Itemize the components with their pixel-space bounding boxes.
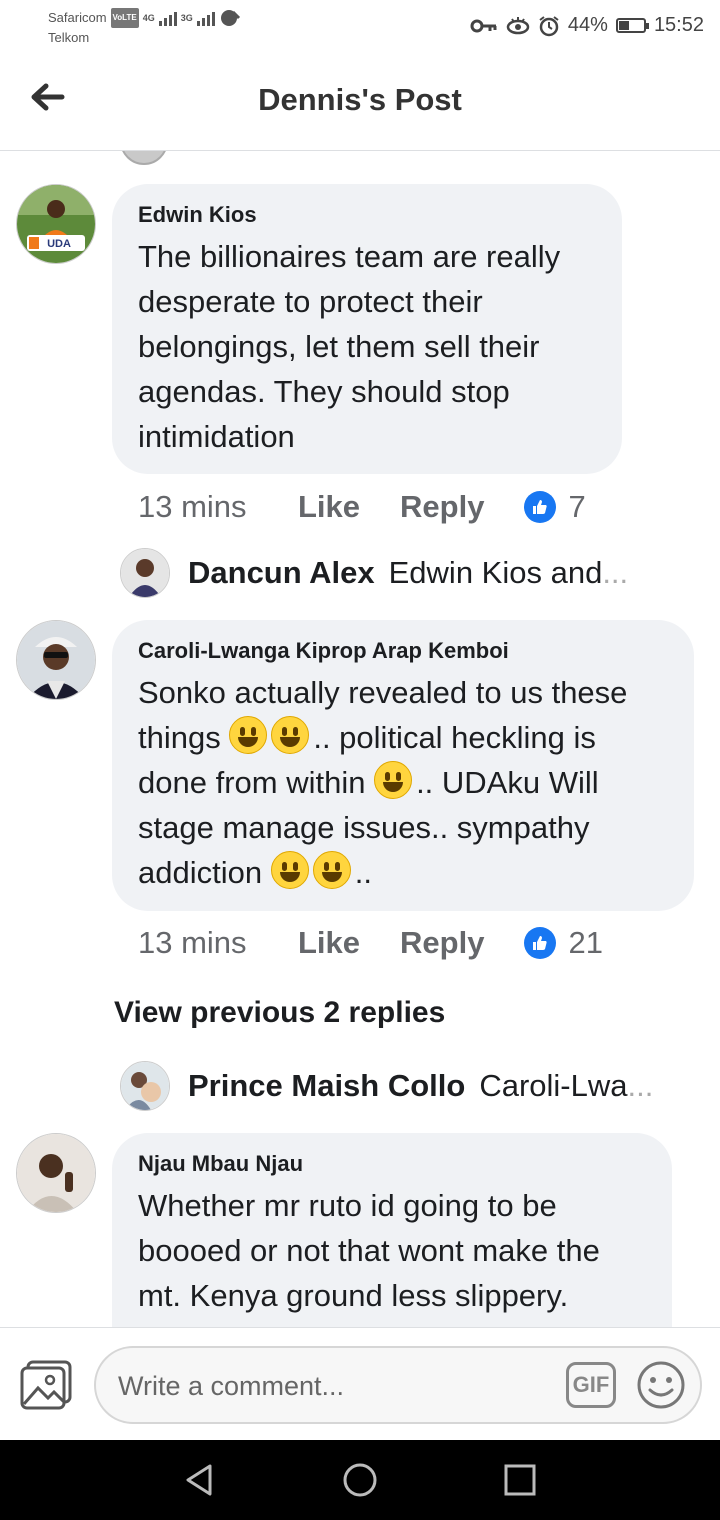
battery-percent: 44% — [567, 14, 608, 36]
top-app-bar: Dennis's Post — [0, 56, 720, 151]
clock: 15:52 — [653, 14, 704, 36]
back-triangle-icon[interactable] — [180, 1460, 220, 1500]
avatar-njau-mbau[interactable] — [16, 1133, 96, 1213]
comment-fragment: .. UDAku Will — [416, 765, 599, 800]
view-previous-replies-link[interactable]: View previous 2 replies — [114, 996, 445, 1030]
reply-author: Dancun Alex — [188, 555, 375, 590]
comment-text: Sonko actually revealed to us these thin… — [138, 670, 668, 895]
reply-button[interactable]: Reply — [400, 489, 484, 525]
carrier-info: Safaricom VoLTE 4G 3G Telkom — [48, 8, 241, 48]
avatar — [120, 548, 170, 598]
eye-comfort-icon — [506, 16, 530, 34]
comment-line: addiction .. — [138, 850, 668, 895]
signal-icon — [196, 10, 215, 26]
comment-line: stage manage issues.. sympathy — [138, 810, 590, 845]
reply-snippet: Caroli-Lwa — [479, 1068, 628, 1103]
comment-time[interactable]: 13 mins — [138, 925, 298, 961]
battery-icon — [615, 18, 649, 33]
comment-fragment: done from within — [138, 765, 375, 800]
ellipsis: ... — [627, 1068, 654, 1103]
comment-bubble[interactable]: Caroli-Lwanga Kiprop Arap Kemboi Sonko a… — [112, 620, 694, 911]
comment-input-box[interactable]: GIF — [94, 1346, 702, 1424]
grinning-face-emoji — [374, 761, 413, 799]
home-circle-icon[interactable] — [340, 1460, 380, 1500]
comment-actions: 13 mins Like Reply 21 — [138, 925, 603, 961]
comment-time[interactable]: 13 mins — [138, 489, 298, 525]
comment-line: things .. political heckling is — [138, 715, 668, 760]
carrier-2: Telkom — [48, 30, 90, 45]
like-button[interactable]: Like — [298, 489, 360, 525]
grinning-face-emoji — [229, 716, 268, 754]
emoji-icon[interactable] — [636, 1360, 686, 1410]
status-right: 44% 15:52 — [470, 14, 704, 37]
volte-badge: VoLTE — [110, 8, 139, 28]
network-type-2: 3G — [180, 13, 193, 23]
photo-icon[interactable] — [20, 1360, 74, 1410]
comment-actions: 13 mins Like Reply 7 — [138, 489, 586, 525]
comment-input[interactable] — [116, 1362, 550, 1410]
thumbs-up-icon[interactable] — [524, 927, 557, 959]
comment-author[interactable]: Edwin Kios — [138, 202, 596, 228]
alarm-icon — [539, 15, 559, 36]
page-title: Dennis's Post — [258, 82, 462, 117]
comment-author[interactable]: Caroli-Lwanga Kiprop Arap Kemboi — [138, 638, 668, 664]
carrier-1: Safaricom — [48, 10, 107, 25]
avatar[interactable] — [120, 151, 168, 165]
reply-preview[interactable]: Prince Maish Collo Caroli-Lwa ... — [120, 1061, 653, 1111]
comment-bubble[interactable]: Edwin Kios The billionaires team are rea… — [112, 184, 622, 474]
key-icon — [470, 19, 497, 32]
comment-bubble[interactable]: Njau Mbau Njau Whether mr ruto id going … — [112, 1133, 672, 1327]
comment-fragment: .. political heckling is — [313, 720, 596, 755]
system-nav-bar — [0, 1440, 720, 1520]
reply-button[interactable]: Reply — [400, 925, 484, 961]
grinning-face-emoji — [270, 851, 309, 889]
comments-feed[interactable]: UDA Edwin Kios The billionaires team are… — [0, 151, 720, 1327]
profile-photo: UDA — [17, 185, 95, 263]
comment-text: Whether mr ruto id going to be boooed or… — [138, 1188, 600, 1313]
grinning-face-emoji — [312, 851, 351, 889]
battery-fill — [618, 21, 630, 30]
comment-line: Sonko actually revealed to us these — [138, 675, 628, 710]
avatar — [120, 1061, 170, 1111]
recents-square-icon[interactable] — [500, 1460, 540, 1500]
data-saver-icon — [220, 10, 240, 26]
ellipsis: ... — [602, 555, 629, 590]
grinning-face-emoji — [271, 716, 310, 754]
network-type-1: 4G — [142, 13, 155, 23]
reaction-count[interactable]: 7 — [568, 489, 585, 525]
profile-photo — [17, 1134, 95, 1212]
reply-preview[interactable]: Dancun Alex Edwin Kios and ... — [120, 548, 628, 598]
status-bar: Safaricom VoLTE 4G 3G Telkom 44% 15:52 — [0, 0, 720, 56]
comment-composer: GIF — [0, 1327, 720, 1441]
thumbs-up-icon[interactable] — [524, 491, 557, 523]
svg-text:UDA: UDA — [47, 238, 71, 250]
reaction-count[interactable]: 21 — [568, 925, 602, 961]
comment-line: done from within .. UDAku Will — [138, 760, 668, 805]
gif-button[interactable]: GIF — [566, 1362, 616, 1408]
comment-fragment: .. — [354, 855, 372, 890]
comment-text: The billionaires team are really despera… — [138, 239, 561, 454]
reply-author: Prince Maish Collo — [188, 1068, 466, 1103]
profile-photo — [17, 621, 95, 699]
like-button[interactable]: Like — [298, 925, 360, 961]
comment-author[interactable]: Njau Mbau Njau — [138, 1151, 646, 1177]
comment-fragment: addiction — [138, 855, 271, 890]
reply-snippet: Edwin Kios and — [388, 555, 603, 590]
avatar-caroli-lwanga[interactable] — [16, 620, 96, 700]
signal-icon — [158, 10, 177, 26]
comment-fragment: things — [138, 720, 230, 755]
avatar-edwin-kios[interactable]: UDA — [16, 184, 96, 264]
